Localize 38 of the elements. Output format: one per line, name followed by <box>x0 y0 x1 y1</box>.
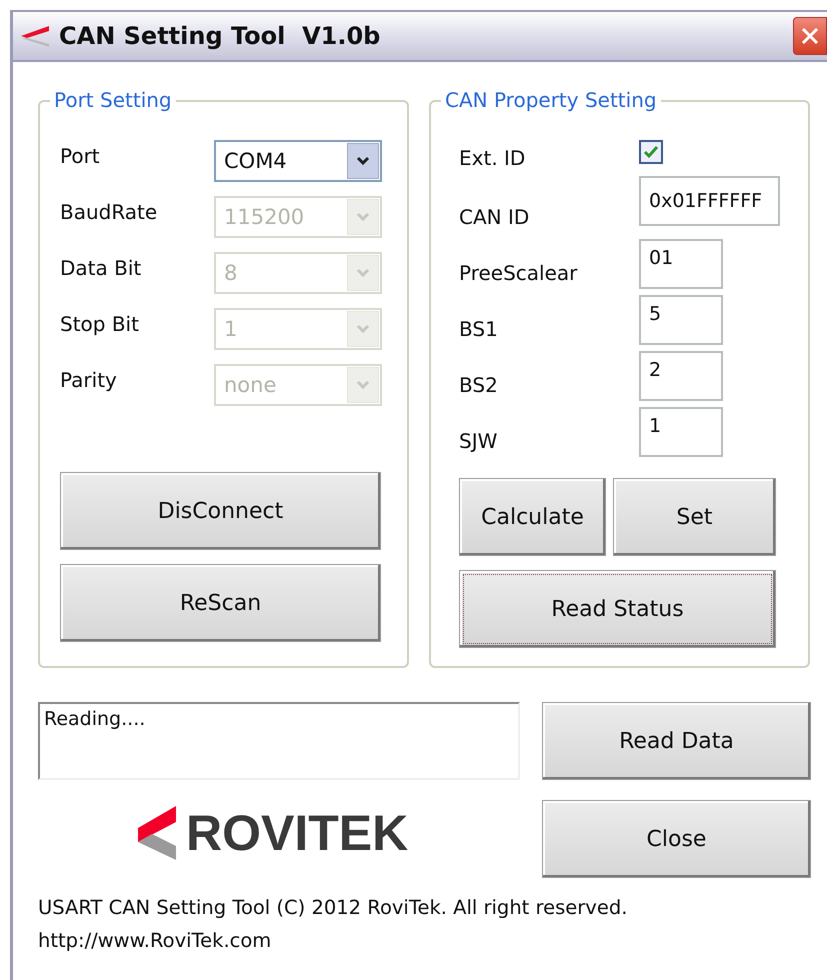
close-button[interactable] <box>793 17 827 55</box>
footer-text: http://www.RoviTek.com <box>38 929 272 952</box>
chevron-icon <box>347 255 379 291</box>
action-button[interactable]: ReScan <box>60 564 381 642</box>
chevron-icon <box>347 199 379 235</box>
field-label: Ext. ID <box>459 146 526 170</box>
footer-text: USART CAN Setting Tool (C) 2012 RoviTek. All right reserved. <box>38 896 628 919</box>
text-field[interactable]: 0x01FFFFFF <box>639 176 780 226</box>
text-field[interactable]: 2 <box>639 351 723 401</box>
output-box[interactable]: Reading.... <box>38 702 520 780</box>
field-label: BS1 <box>459 317 499 341</box>
chevron-icon <box>347 143 379 179</box>
field-label: SJW <box>459 429 498 453</box>
action-button[interactable]: Read Data <box>542 702 811 780</box>
logo: ROVITEK <box>136 802 408 862</box>
text-field[interactable]: 5 <box>639 295 723 345</box>
action-button[interactable]: Calculate <box>459 478 606 556</box>
text-field[interactable]: 1 <box>639 407 723 457</box>
chevron-icon <box>347 311 379 347</box>
window-title: CAN Setting Tool V1.0b <box>59 22 382 50</box>
checkbox[interactable] <box>639 140 663 164</box>
field-label: BS2 <box>459 373 499 397</box>
field-label: Parity <box>60 368 118 392</box>
action-button[interactable]: Set <box>613 478 776 556</box>
field-label: Data Bit <box>60 256 142 280</box>
field-label: Port <box>60 144 101 168</box>
text-field[interactable]: 01 <box>639 239 723 289</box>
field-label: PreeScalear <box>459 261 578 285</box>
chevron-icon <box>347 367 379 403</box>
action-button[interactable]: Close <box>542 800 811 878</box>
field-label: CAN ID <box>459 205 530 229</box>
dropdown[interactable]: COM4 <box>214 140 382 182</box>
action-button[interactable]: DisConnect <box>60 472 381 550</box>
action-button[interactable]: Read Status <box>459 570 776 648</box>
field-label: BaudRate <box>60 200 158 224</box>
field-label: Stop Bit <box>60 312 140 336</box>
checkmark-icon <box>643 145 659 159</box>
close-icon <box>800 26 820 46</box>
